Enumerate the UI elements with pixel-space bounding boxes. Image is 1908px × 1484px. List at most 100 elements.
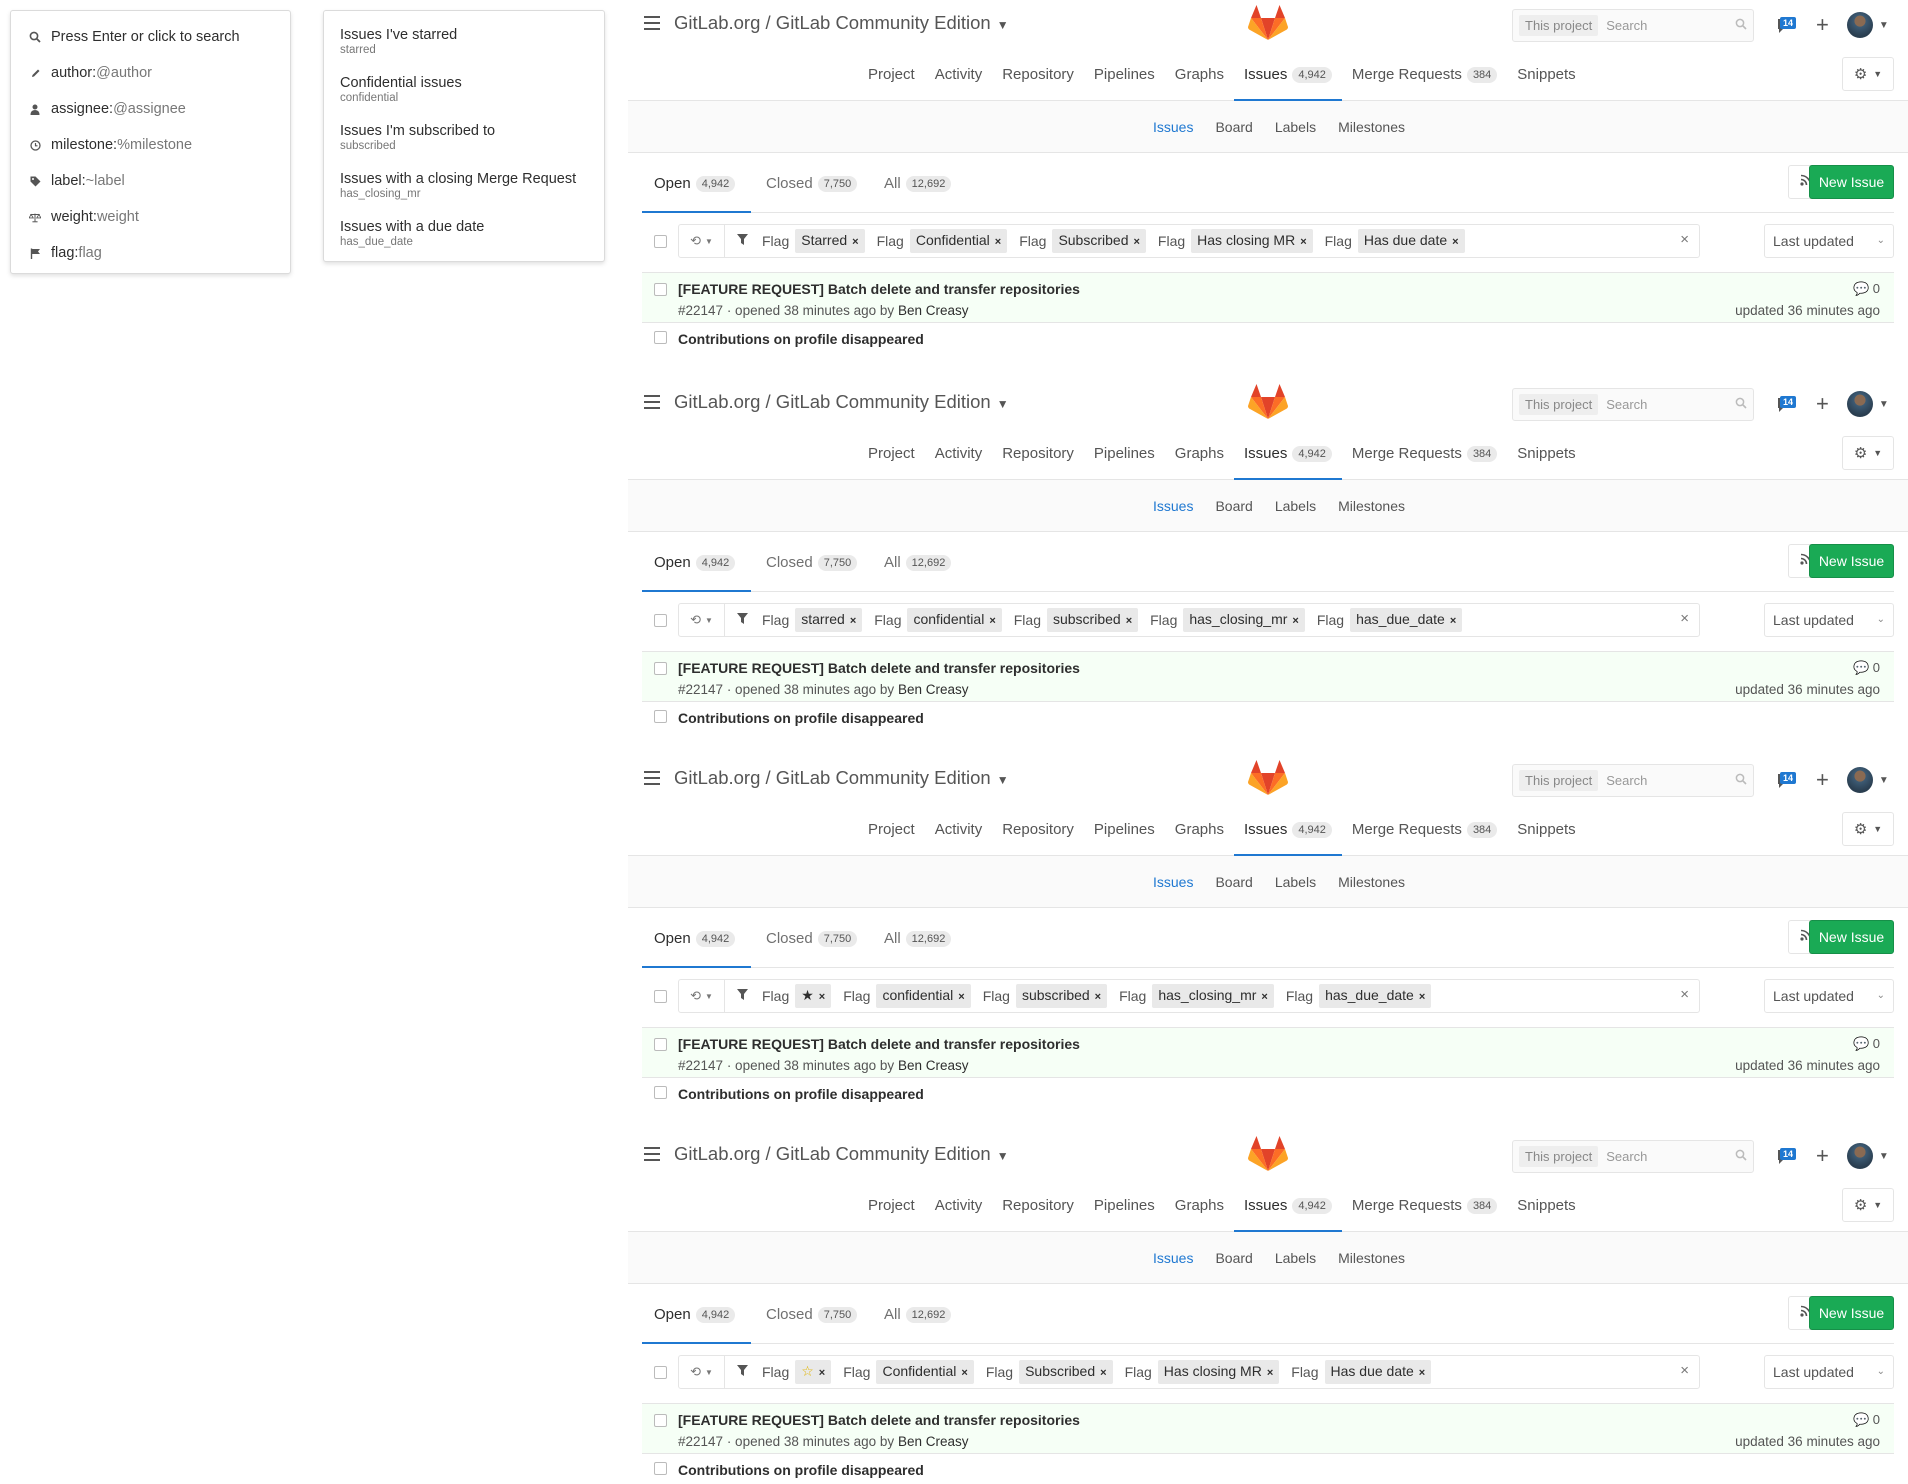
subnav-board[interactable]: Board xyxy=(1215,119,1252,135)
sort-dropdown[interactable]: Last updated ⌄ xyxy=(1764,979,1894,1013)
hamburger-menu-icon[interactable] xyxy=(644,16,660,30)
filter-token[interactable]: Flag Subscribed × xyxy=(1013,229,1146,253)
issue-title[interactable]: Contributions on profile disappeared xyxy=(678,1462,924,1478)
filter-token[interactable]: Flag Has closing MR × xyxy=(1119,1360,1280,1384)
settings-dropdown[interactable]: ⚙ ▼ xyxy=(1842,436,1894,470)
project-title[interactable]: GitLab.org / GitLab Community Edition ▼ xyxy=(674,391,1009,413)
issue-row[interactable]: [FEATURE REQUEST] Batch delete and trans… xyxy=(642,1404,1894,1454)
clear-search-icon[interactable]: × xyxy=(1680,231,1689,248)
subnav-issues[interactable]: Issues xyxy=(1153,1250,1193,1266)
clear-search-icon[interactable]: × xyxy=(1680,986,1689,1003)
clear-search-icon[interactable]: × xyxy=(1680,610,1689,627)
subnav-issues[interactable]: Issues xyxy=(1153,498,1193,514)
issue-row[interactable]: Contributions on profile disappeared xyxy=(642,1454,1894,1484)
recent-searches-dropdown[interactable]: ⟲ ▼ xyxy=(679,604,725,636)
nav-repository[interactable]: Repository xyxy=(992,1182,1084,1232)
filter-token[interactable]: Flag confidential × xyxy=(868,608,1002,632)
filter-key-author[interactable]: author: @author xyxy=(11,55,290,91)
gitlab-logo-icon[interactable] xyxy=(1248,5,1288,41)
remove-token-icon[interactable]: × xyxy=(1300,236,1306,248)
issue-checkbox[interactable] xyxy=(654,331,667,344)
filtered-search-bar[interactable]: ⟲ ▼ Flag Starred × Flag Confidential × Flag Subs… xyxy=(678,224,1700,258)
plus-icon[interactable]: + xyxy=(1816,393,1829,415)
chevron-down-icon[interactable]: ▼ xyxy=(1879,399,1889,410)
nav-merge-requests[interactable]: Merge Requests 384 xyxy=(1342,430,1507,480)
nav-issues[interactable]: Issues 4,942 xyxy=(1233,430,1342,480)
filtered-search-bar[interactable]: ⟲ ▼ Flag ★ × Flag confidential × Flag subscribed… xyxy=(678,979,1700,1013)
nav-issues[interactable]: Issues 4,942 xyxy=(1233,806,1342,856)
filter-key-assignee[interactable]: assignee: @assignee xyxy=(11,91,290,127)
search-input[interactable]: This project Search xyxy=(1512,9,1754,42)
avatar[interactable] xyxy=(1846,391,1873,417)
issue-checkbox[interactable] xyxy=(654,1038,667,1051)
avatar[interactable] xyxy=(1846,767,1873,793)
select-all-checkbox[interactable] xyxy=(654,235,667,248)
issue-title[interactable]: Contributions on profile disappeared xyxy=(678,331,924,347)
remove-token-icon[interactable]: × xyxy=(819,991,825,1003)
filtered-search-bar[interactable]: ⟲ ▼ Flag ☆ × Flag Confidential × Flag Subscribed… xyxy=(678,1355,1700,1389)
sort-dropdown[interactable]: Last updated ⌄ xyxy=(1764,1355,1894,1389)
issue-author[interactable]: Ben Creasy xyxy=(898,682,969,697)
sort-dropdown[interactable]: Last updated ⌄ xyxy=(1764,603,1894,637)
filter-token[interactable]: Flag Subscribed × xyxy=(980,1360,1113,1384)
subnav-board[interactable]: Board xyxy=(1215,874,1252,890)
subnav-board[interactable]: Board xyxy=(1215,498,1252,514)
issue-row[interactable]: [FEATURE REQUEST] Batch delete and trans… xyxy=(642,652,1894,702)
remove-token-icon[interactable]: × xyxy=(1419,991,1425,1003)
filter-token[interactable]: Flag Confidential × xyxy=(871,229,1008,253)
nav-repository[interactable]: Repository xyxy=(992,430,1084,480)
filter-token[interactable]: Flag Has closing MR × xyxy=(1152,229,1313,253)
select-all-checkbox[interactable] xyxy=(654,614,667,627)
nav-activity[interactable]: Activity xyxy=(925,1182,993,1232)
avatar[interactable] xyxy=(1846,12,1873,38)
subnav-labels[interactable]: Labels xyxy=(1275,1250,1316,1266)
remove-token-icon[interactable]: × xyxy=(1100,1367,1106,1379)
nav-project[interactable]: Project xyxy=(858,1182,925,1232)
subnav-labels[interactable]: Labels xyxy=(1275,498,1316,514)
subnav-labels[interactable]: Labels xyxy=(1275,119,1316,135)
flag-option-subscribed[interactable]: Issues I'm subscribed to subscribed xyxy=(324,113,604,161)
nav-merge-requests[interactable]: Merge Requests 384 xyxy=(1342,51,1507,101)
gitlab-logo-icon[interactable] xyxy=(1248,760,1288,796)
sort-dropdown[interactable]: Last updated ⌄ xyxy=(1764,224,1894,258)
nav-project[interactable]: Project xyxy=(858,806,925,856)
issue-checkbox[interactable] xyxy=(654,1086,667,1099)
filter-token[interactable]: Flag has_closing_mr × xyxy=(1113,984,1274,1008)
search-input[interactable]: This project Search xyxy=(1512,764,1754,797)
flag-option-confidential[interactable]: Confidential issues confidential xyxy=(324,65,604,113)
tab-closed[interactable]: Closed 7,750 xyxy=(766,175,858,213)
issue-checkbox[interactable] xyxy=(654,283,667,296)
issue-author[interactable]: Ben Creasy xyxy=(898,303,969,318)
nav-pipelines[interactable]: Pipelines xyxy=(1084,806,1165,856)
issue-row[interactable]: [FEATURE REQUEST] Batch delete and trans… xyxy=(642,273,1894,323)
nav-activity[interactable]: Activity xyxy=(925,51,993,101)
filter-token[interactable]: Flag Confidential × xyxy=(837,1360,974,1384)
select-all-checkbox[interactable] xyxy=(654,1366,667,1379)
flag-option-has-closing-mr[interactable]: Issues with a closing Merge Request has_… xyxy=(324,161,604,209)
nav-pipelines[interactable]: Pipelines xyxy=(1084,51,1165,101)
remove-token-icon[interactable]: × xyxy=(852,236,858,248)
filter-token[interactable]: Flag confidential × xyxy=(837,984,971,1008)
subnav-milestones[interactable]: Milestones xyxy=(1338,1250,1405,1266)
settings-dropdown[interactable]: ⚙ ▼ xyxy=(1842,1188,1894,1222)
nav-graphs[interactable]: Graphs xyxy=(1165,1182,1234,1232)
issue-author[interactable]: Ben Creasy xyxy=(898,1434,969,1449)
nav-project[interactable]: Project xyxy=(858,430,925,480)
remove-token-icon[interactable]: × xyxy=(819,1367,825,1379)
nav-pipelines[interactable]: Pipelines xyxy=(1084,430,1165,480)
remove-token-icon[interactable]: × xyxy=(995,236,1001,248)
subnav-issues[interactable]: Issues xyxy=(1153,874,1193,890)
subnav-milestones[interactable]: Milestones xyxy=(1338,874,1405,890)
remove-token-icon[interactable]: × xyxy=(989,615,995,627)
remove-token-icon[interactable]: × xyxy=(1095,991,1101,1003)
filter-key-label[interactable]: label: ~label xyxy=(11,163,290,199)
select-all-checkbox[interactable] xyxy=(654,990,667,1003)
new-issue-button[interactable]: New Issue xyxy=(1809,1296,1894,1330)
filter-key-weight[interactable]: weight: weight xyxy=(11,199,290,235)
nav-activity[interactable]: Activity xyxy=(925,430,993,480)
remove-token-icon[interactable]: × xyxy=(1452,236,1458,248)
issue-row[interactable]: Contributions on profile disappeared xyxy=(642,323,1894,356)
notifications-icon[interactable]: 14 xyxy=(1776,1146,1798,1166)
nav-project[interactable]: Project xyxy=(858,51,925,101)
chevron-down-icon[interactable]: ▼ xyxy=(1879,1151,1889,1162)
